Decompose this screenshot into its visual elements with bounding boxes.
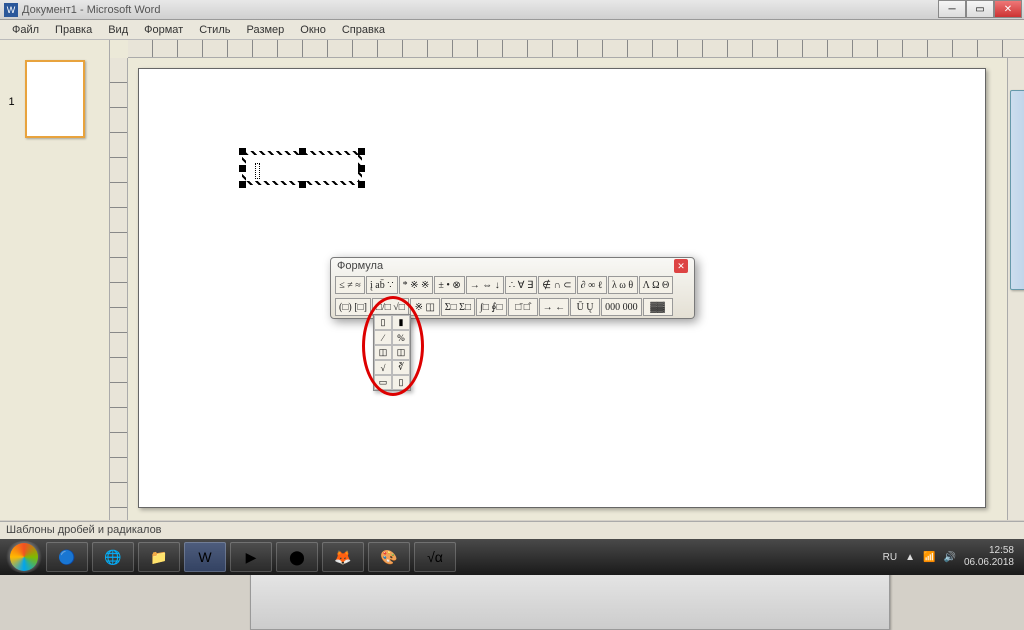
horizontal-ruler[interactable]	[128, 40, 1024, 58]
fbtn-spacing[interactable]: į ab̄ ∵	[366, 276, 398, 294]
palette-long1[interactable]: ▭	[374, 375, 392, 390]
menu-style[interactable]: Стиль	[191, 22, 238, 38]
fraction-radical-palette[interactable]: ▯▮ ⁄% ◫◫ √∛ ▭▯	[373, 314, 411, 391]
menu-size[interactable]: Размер	[238, 22, 292, 38]
palette-percent[interactable]: %	[392, 330, 410, 345]
taskbar-app-firefox[interactable]: 🦊	[322, 542, 364, 572]
tray-flag-icon[interactable]: ▲	[905, 552, 915, 563]
page-thumbnail[interactable]: 1	[25, 60, 85, 138]
tray-network-icon[interactable]: 📶	[923, 552, 935, 563]
tray-volume-icon[interactable]: 🔊	[943, 552, 955, 563]
system-tray: RU ▲ 📶 🔊 12:58 06.06.2018	[883, 545, 1020, 569]
formula-toolbar[interactable]: Формула ✕ ≤ ≠ ≈ į ab̄ ∵ * ※ ※ ± • ⊗ → ⇔ …	[330, 257, 695, 319]
formula-close-button[interactable]: ✕	[674, 259, 688, 273]
fbtn-greek-upper[interactable]: Λ Ω Θ	[639, 276, 674, 294]
window-title: Документ1 - Microsoft Word	[22, 4, 1020, 16]
taskbar-app-media[interactable]: ▶	[230, 542, 272, 572]
formula-toolbar-title[interactable]: Формула ✕	[331, 258, 694, 274]
start-button[interactable]	[4, 541, 44, 573]
status-text: Шаблоны дробей и радикалов	[6, 524, 162, 536]
palette-fraction-i[interactable]: ▮	[392, 315, 410, 330]
tray-clock[interactable]: 12:58 06.06.2018	[964, 545, 1014, 569]
resize-handle-bm[interactable]	[299, 181, 306, 188]
fbtn-products[interactable]: Ū Ų	[570, 298, 600, 316]
palette-box1[interactable]: ◫	[374, 345, 392, 360]
resize-handle-br[interactable]	[358, 181, 365, 188]
fbtn-embellish[interactable]: * ※ ※	[399, 276, 434, 294]
close-button[interactable]: ✕	[994, 0, 1022, 18]
fbtn-summation[interactable]: Σ□ Σ□	[441, 298, 475, 316]
fbtn-matrices2[interactable]: ▓▓	[643, 298, 673, 316]
formula-row-symbols: ≤ ≠ ≈ į ab̄ ∵ * ※ ※ ± • ⊗ → ⇔ ↓ ∴ ∀ ∃ ∉ …	[331, 274, 694, 296]
menu-format[interactable]: Формат	[136, 22, 191, 38]
equation-cursor	[255, 163, 260, 179]
resize-handle-tm[interactable]	[299, 148, 306, 155]
menu-file[interactable]: Файл	[4, 22, 47, 38]
menu-window[interactable]: Окно	[292, 22, 334, 38]
fbtn-greek-lower[interactable]: λ ω θ	[608, 276, 638, 294]
resize-handle-tr[interactable]	[358, 148, 365, 155]
fbtn-logical[interactable]: ∴ ∀ ∃	[505, 276, 538, 294]
minimize-button[interactable]: ─	[938, 0, 966, 18]
taskbar-app-ie[interactable]: 🌐	[92, 542, 134, 572]
palette-sqrt[interactable]: √	[374, 360, 392, 375]
windows-orb-icon	[10, 543, 38, 571]
equation-object[interactable]	[242, 151, 362, 185]
fbtn-subscripts[interactable]: ※ ◫	[410, 298, 440, 316]
palette-long2[interactable]: ▯	[392, 375, 410, 390]
maximize-button[interactable]: ▭	[966, 0, 994, 18]
taskbar-app-paint[interactable]: 🎨	[368, 542, 410, 572]
vertical-ruler[interactable]	[110, 58, 128, 520]
fbtn-relational[interactable]: ≤ ≠ ≈	[335, 276, 365, 294]
resize-handle-mr[interactable]	[358, 165, 365, 172]
fbtn-labeled-arrows[interactable]: → ←	[539, 298, 570, 316]
vertical-scrollbar[interactable]	[1007, 58, 1024, 520]
fbtn-misc[interactable]: ∂ ∞ ℓ	[577, 276, 607, 294]
clock-time: 12:58	[964, 545, 1014, 557]
thumbnail-panel: 1	[0, 40, 110, 520]
windows-taskbar: 🔵 🌐 📁 W ▶ ⬤ 🦊 🎨 √α RU ▲ 📶 🔊 12:58 06.06.…	[0, 539, 1024, 575]
menu-view[interactable]: Вид	[100, 22, 136, 38]
fbtn-fences[interactable]: (□) [□]	[335, 298, 371, 316]
clock-date: 06.06.2018	[964, 557, 1014, 569]
fbtn-matrices[interactable]: 000 000	[601, 298, 642, 316]
resize-handle-bl[interactable]	[239, 181, 246, 188]
status-bar: Шаблоны дробей и радикалов	[0, 521, 1024, 539]
fbtn-operators[interactable]: ± • ⊗	[434, 276, 464, 294]
fbtn-set-theory[interactable]: ∉ ∩ ⊂	[538, 276, 575, 294]
menu-edit[interactable]: Правка	[47, 22, 100, 38]
tray-lang[interactable]: RU	[883, 552, 897, 563]
palette-nroot[interactable]: ∛	[392, 360, 410, 375]
vscroll-thumb[interactable]	[1010, 90, 1024, 290]
taskbar-app-word[interactable]: W	[184, 542, 226, 572]
menu-bar: Файл Правка Вид Формат Стиль Размер Окно…	[0, 20, 1024, 40]
palette-box2[interactable]: ◫	[392, 345, 410, 360]
fbtn-overbar[interactable]: □̄ □̂	[508, 298, 538, 316]
taskbar-app-mathtype[interactable]: √α	[414, 542, 456, 572]
palette-slash[interactable]: ⁄	[374, 330, 392, 345]
resize-handle-ml[interactable]	[239, 165, 246, 172]
taskbar-app-explorer[interactable]: 📁	[138, 542, 180, 572]
menu-help[interactable]: Справка	[334, 22, 393, 38]
formula-title-text: Формула	[337, 260, 383, 272]
taskbar-app-chrome[interactable]: ⬤	[276, 542, 318, 572]
palette-fraction-v[interactable]: ▯	[374, 315, 392, 330]
window-titlebar: W Документ1 - Microsoft Word ─ ▭ ✕	[0, 0, 1024, 20]
fbtn-arrows[interactable]: → ⇔ ↓	[466, 276, 504, 294]
fbtn-integrals[interactable]: ∫□ ∮□	[476, 298, 507, 316]
resize-handle-tl[interactable]	[239, 148, 246, 155]
word-app-icon: W	[4, 3, 18, 17]
equation-editor-area[interactable]	[246, 155, 358, 181]
taskbar-app-opera[interactable]: 🔵	[46, 542, 88, 572]
page-number: 1	[9, 96, 15, 108]
